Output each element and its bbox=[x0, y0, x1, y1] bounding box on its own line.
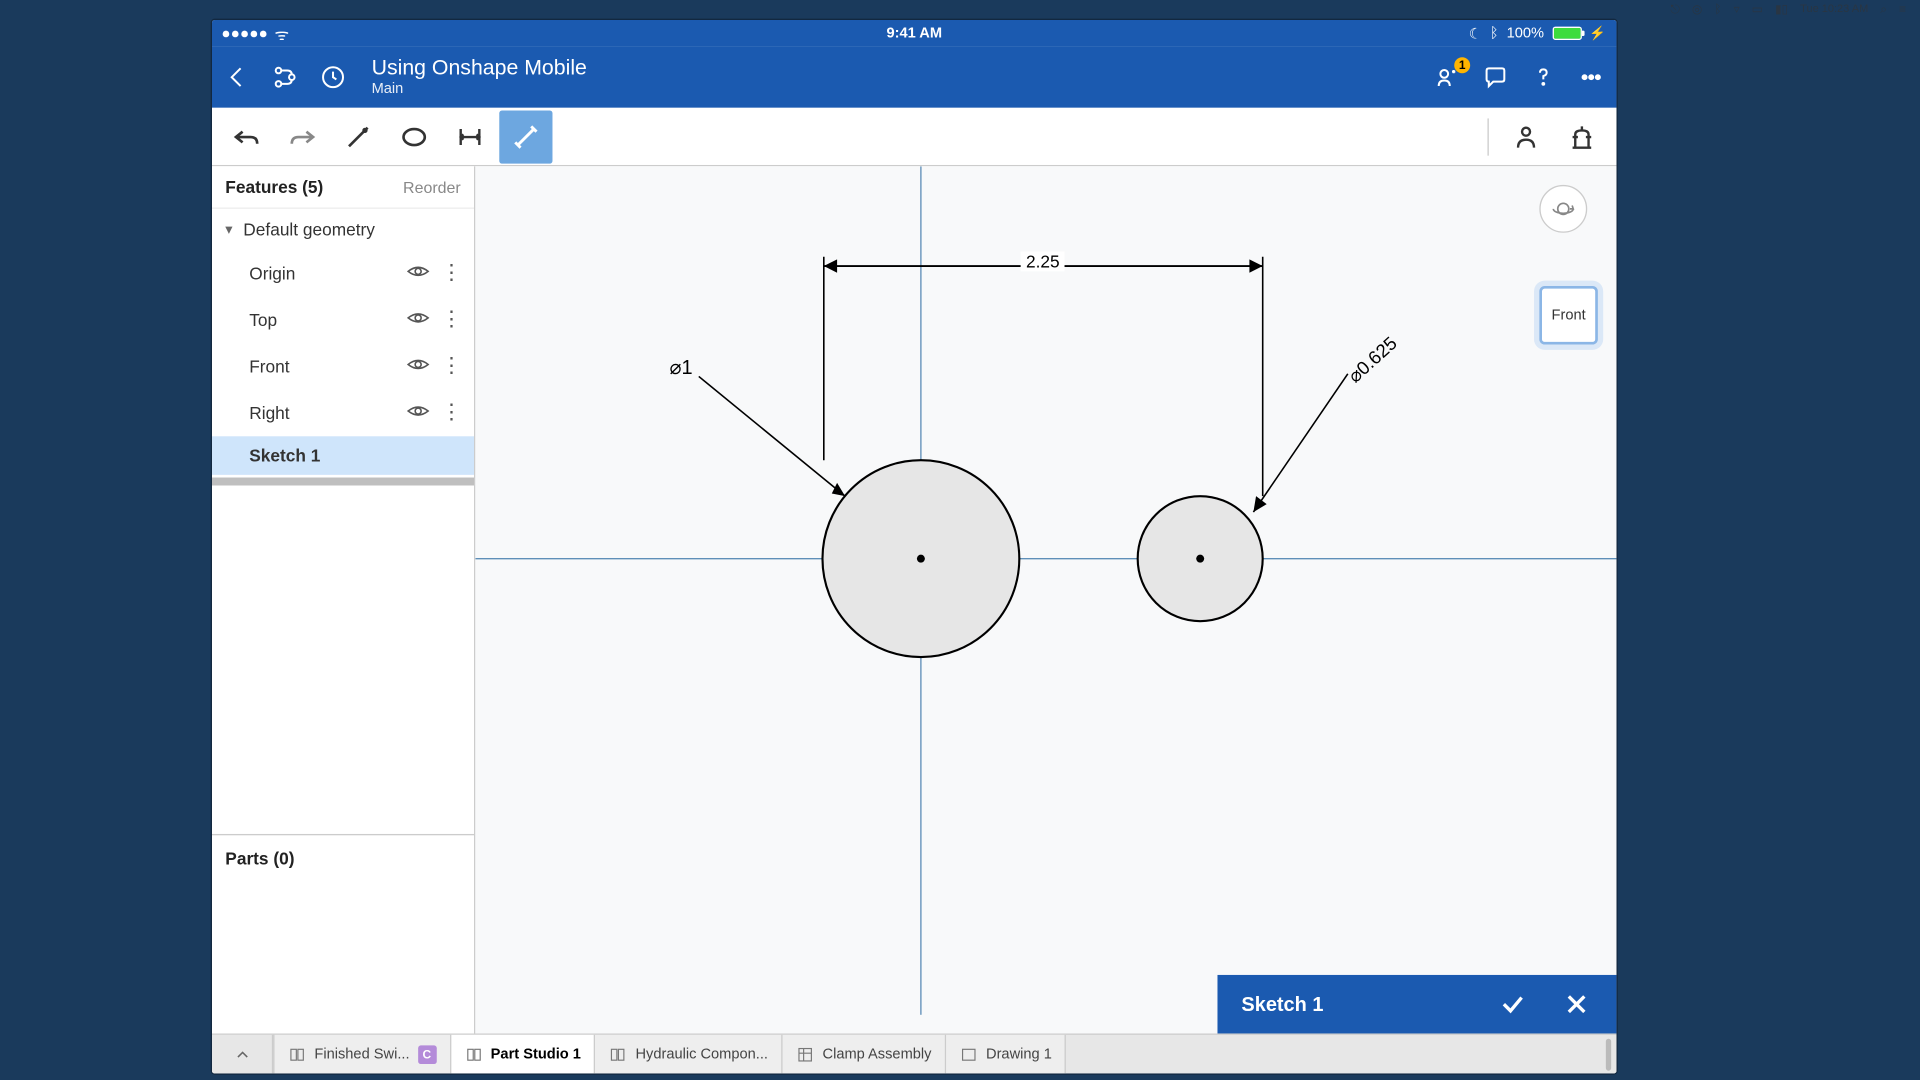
drawing-icon bbox=[959, 1045, 978, 1064]
app-header: Using Onshape Mobile Main 1 bbox=[212, 47, 1616, 108]
menu-glyph: ◎ bbox=[1692, 2, 1702, 16]
main-area: Features (5) Reorder ▾ Default geometry … bbox=[212, 166, 1616, 1033]
help-button[interactable] bbox=[1529, 63, 1558, 92]
workspace-name: Main bbox=[372, 81, 587, 97]
visibility-toggle[interactable] bbox=[406, 259, 430, 287]
constraint-tool[interactable] bbox=[499, 110, 552, 163]
tab-drawing-1[interactable]: Drawing 1 bbox=[946, 1035, 1066, 1074]
part-studio-icon bbox=[288, 1045, 307, 1064]
circle-tool[interactable] bbox=[388, 110, 441, 163]
visibility-toggle[interactable] bbox=[406, 306, 430, 334]
comments-button[interactable] bbox=[1481, 63, 1510, 92]
wifi-icon: ▿ bbox=[1734, 2, 1740, 16]
ios-status-bar: ᯤ 9:41 AM ☾ ᛒ 100% ⚡ bbox=[212, 20, 1616, 47]
feature-sketch1[interactable]: Sketch 1 bbox=[212, 436, 474, 475]
part-studio-icon bbox=[464, 1045, 483, 1064]
part-studio-icon bbox=[609, 1045, 628, 1064]
visibility-toggle[interactable] bbox=[406, 353, 430, 381]
assembly-icon bbox=[796, 1045, 815, 1064]
more-button[interactable] bbox=[1577, 63, 1606, 92]
active-sketch-name: Sketch 1 bbox=[1241, 993, 1464, 1016]
feature-label: Sketch 1 bbox=[249, 446, 463, 466]
sketch-canvas-svg bbox=[475, 166, 1616, 1015]
wifi-icon: ᯤ bbox=[275, 22, 290, 45]
display-icon: ▭ bbox=[1752, 2, 1763, 16]
battery-icon bbox=[1552, 27, 1581, 40]
confirm-button[interactable] bbox=[1497, 988, 1529, 1020]
tab-clamp-assembly[interactable]: Clamp Assembly bbox=[783, 1035, 946, 1074]
person-view-button[interactable] bbox=[1499, 110, 1552, 163]
orbit-button[interactable] bbox=[1539, 185, 1587, 233]
feature-label: Right bbox=[249, 403, 395, 423]
mass-props-button[interactable] bbox=[1555, 110, 1608, 163]
cancel-button[interactable] bbox=[1561, 988, 1593, 1020]
share-button[interactable]: 1 bbox=[1433, 63, 1462, 92]
dimension-tool[interactable] bbox=[443, 110, 496, 163]
branches-button[interactable] bbox=[271, 63, 300, 92]
feature-right[interactable]: Right ⋮ bbox=[212, 390, 474, 437]
feature-sidebar: Features (5) Reorder ▾ Default geometry … bbox=[212, 166, 475, 1033]
back-button[interactable] bbox=[223, 63, 252, 92]
tabs-expand[interactable] bbox=[212, 1035, 273, 1074]
view-cube-label: Front bbox=[1552, 307, 1586, 323]
tab-finished[interactable]: Finished Swi... C bbox=[275, 1035, 451, 1074]
menu-glyph: ⎋ bbox=[1670, 2, 1680, 17]
macos-time: Tue 10:23 AM bbox=[1800, 3, 1868, 15]
tab-part-studio-1[interactable]: Part Studio 1 bbox=[451, 1035, 596, 1074]
history-button[interactable] bbox=[318, 63, 347, 92]
tab-hydraulic[interactable]: Hydraulic Compon... bbox=[596, 1035, 783, 1074]
visibility-toggle[interactable] bbox=[406, 399, 430, 427]
rollback-bar[interactable] bbox=[212, 478, 474, 486]
diameter-left[interactable]: ⌀1 bbox=[670, 355, 693, 379]
dimension-value[interactable]: 2.25 bbox=[1021, 251, 1065, 271]
charging-icon: ⚡ bbox=[1589, 26, 1606, 41]
parts-panel-title: Parts (0) bbox=[212, 834, 474, 1033]
document-tabs: Finished Swi... C Part Studio 1 Hydrauli… bbox=[212, 1033, 1616, 1073]
group-label: Default geometry bbox=[243, 220, 375, 240]
feature-label: Front bbox=[249, 356, 395, 376]
tab-label: Hydraulic Compon... bbox=[635, 1046, 768, 1062]
sketch-toolbar bbox=[212, 108, 1616, 167]
features-title: Features (5) bbox=[225, 177, 323, 197]
reorder-button[interactable]: Reorder bbox=[403, 178, 461, 197]
view-cube[interactable]: Front bbox=[1539, 286, 1598, 345]
line-tool[interactable] bbox=[332, 110, 385, 163]
document-title: Using Onshape Mobile bbox=[372, 57, 587, 80]
bluetooth-icon: ᛒ bbox=[1714, 2, 1721, 16]
graphics-canvas[interactable]: 2.25 ⌀1 ⌀0.625 Front Sketch 1 bbox=[475, 166, 1616, 1033]
tab-label: Part Studio 1 bbox=[491, 1046, 581, 1062]
chevron-down-icon: ▾ bbox=[225, 221, 232, 238]
feature-front[interactable]: Front ⋮ bbox=[212, 343, 474, 390]
battery-percentage: 100% bbox=[1507, 25, 1544, 41]
ipad-frame: ᯤ 9:41 AM ☾ ᛒ 100% ⚡ Using Onshape Mobil… bbox=[212, 20, 1616, 1073]
battery-icon: ▮▯ bbox=[1775, 2, 1788, 16]
signal-icon bbox=[223, 30, 267, 37]
feature-origin[interactable]: Origin ⋮ bbox=[212, 250, 474, 297]
moon-icon: ☾ bbox=[1469, 25, 1482, 42]
share-badge: 1 bbox=[1454, 57, 1470, 73]
tab-label: Clamp Assembly bbox=[823, 1046, 932, 1062]
undo-button[interactable] bbox=[220, 110, 273, 163]
tab-badge: C bbox=[418, 1045, 437, 1064]
feature-top[interactable]: Top ⋮ bbox=[212, 297, 474, 344]
feature-label: Origin bbox=[249, 263, 395, 283]
tab-label: Finished Swi... bbox=[314, 1046, 409, 1062]
bluetooth-icon: ᛒ bbox=[1490, 25, 1499, 41]
tabs-scrollbar[interactable] bbox=[1606, 1038, 1611, 1070]
default-geometry-group[interactable]: ▾ Default geometry bbox=[212, 209, 474, 250]
tab-label: Drawing 1 bbox=[986, 1046, 1052, 1062]
menu-icon: ≡ bbox=[1899, 2, 1906, 16]
sketch-confirm-bar: Sketch 1 bbox=[1217, 975, 1616, 1034]
feature-label: Top bbox=[249, 310, 395, 330]
ios-time: 9:41 AM bbox=[886, 25, 942, 41]
search-icon: ⌕ bbox=[1880, 2, 1887, 17]
redo-button[interactable] bbox=[276, 110, 329, 163]
macos-menubar: ⎋ ◎ ᛒ ▿ ▭ ▮▯ Tue 10:23 AM ⌕ ≡ bbox=[0, 0, 1920, 18]
